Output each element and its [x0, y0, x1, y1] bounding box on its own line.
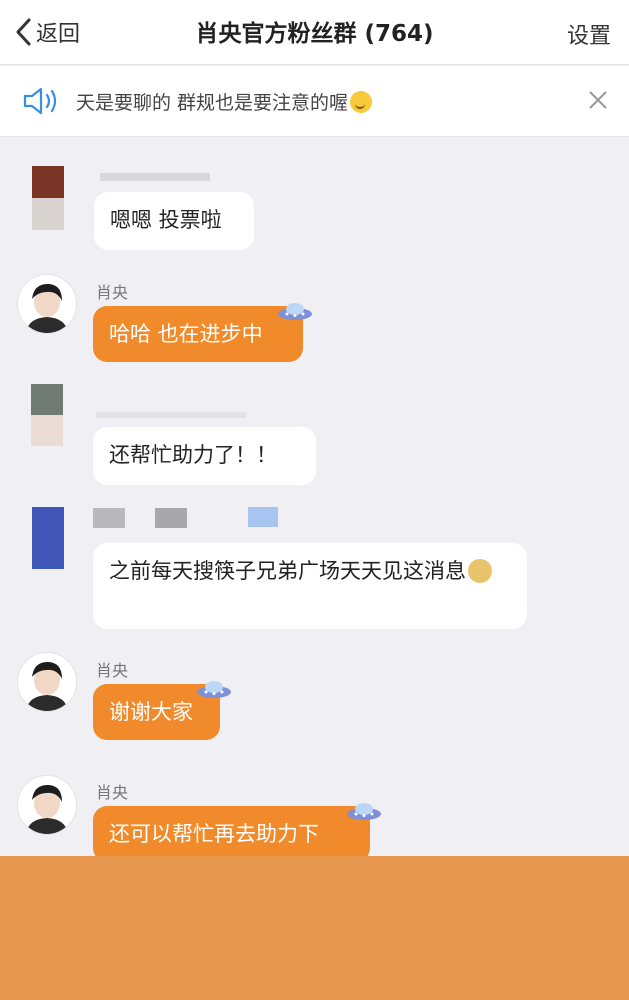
wink-emoji-icon — [350, 91, 373, 113]
speaker-icon — [23, 87, 57, 115]
blurred-sender-name — [96, 412, 246, 418]
message-bubble[interactable]: 还帮忙助力了！！ — [93, 427, 316, 485]
person-avatar-icon — [18, 653, 76, 711]
blurred-sender-name — [100, 173, 210, 181]
ufo-badge-icon — [197, 681, 231, 698]
ufo-badge-icon — [278, 303, 312, 320]
avatar[interactable] — [32, 166, 64, 230]
message-bubble[interactable]: 还可以帮忙再去助力下 — [93, 806, 370, 862]
blurred-sender-name — [155, 508, 187, 528]
notice-text-label: 天是要聊的 群规也是要注意的喔 — [76, 92, 349, 114]
close-icon[interactable] — [587, 89, 609, 111]
ufo-badge-icon — [347, 803, 381, 820]
message-bubble[interactable]: 之前每天搜筷子兄弟广场天天见这消息 — [93, 543, 527, 629]
group-title: 肖央官方粉丝群 (764) — [195, 21, 434, 47]
avatar[interactable] — [17, 652, 77, 712]
avatar[interactable] — [17, 274, 77, 334]
nav-bar: 返回 肖央官方粉丝群 (764) 设置 — [0, 0, 629, 65]
group-notice-bar[interactable]: 天是要聊的 群规也是要注意的喔 — [0, 66, 629, 137]
notice-text: 天是要聊的 群规也是要注意的喔 — [76, 88, 373, 115]
avatar[interactable] — [31, 384, 63, 446]
sender-name: 肖央 — [96, 783, 129, 802]
sender-name: 肖央 — [96, 283, 129, 302]
bottom-cover-block — [0, 856, 629, 1000]
blurred-sender-badge — [248, 507, 278, 527]
person-avatar-icon — [18, 776, 76, 834]
avatar[interactable] — [17, 775, 77, 835]
person-avatar-icon — [18, 275, 76, 333]
settings-button[interactable]: 设置 — [567, 18, 611, 50]
message-text: 之前每天搜筷子兄弟广场天天见这消息 — [109, 559, 466, 583]
blurred-sender-name — [93, 508, 125, 528]
doge-emoji-icon — [468, 559, 492, 583]
avatar[interactable] — [32, 507, 64, 569]
message-bubble[interactable]: 嗯嗯 投票啦 — [94, 192, 254, 250]
sender-name: 肖央 — [96, 661, 129, 680]
message-bubble[interactable]: 哈哈 也在进步中 — [93, 306, 303, 362]
